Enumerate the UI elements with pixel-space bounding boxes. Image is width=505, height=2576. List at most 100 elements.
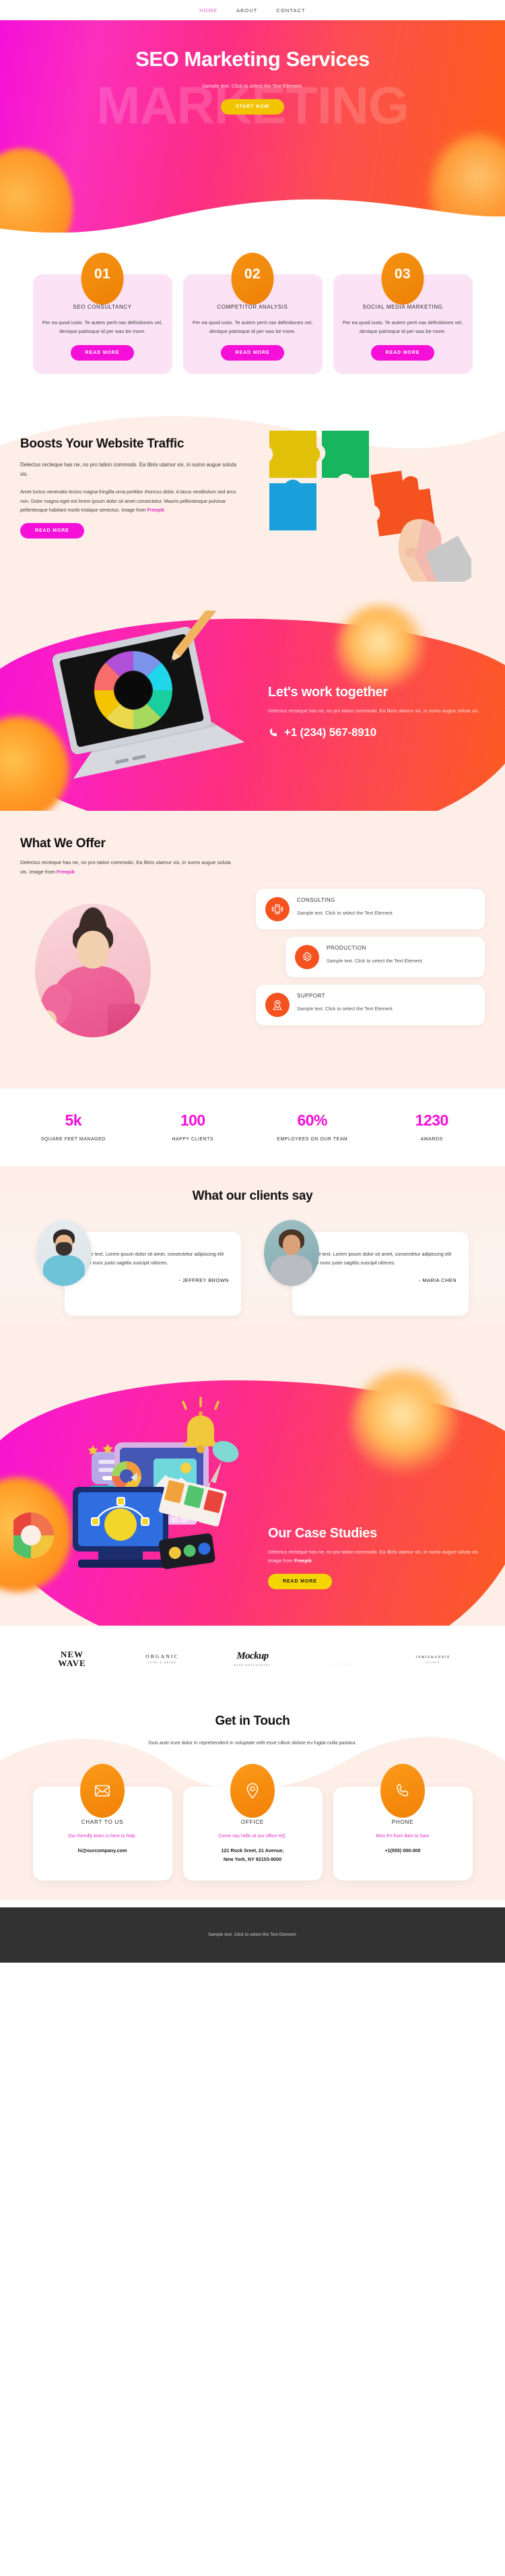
work-title: Let's work together bbox=[268, 685, 388, 700]
service-card[interactable]: 02 COMPETITOR ANALYSIS Per ea quod iusto… bbox=[182, 253, 323, 375]
contact-card-value[interactable]: hi@ourcompany.com bbox=[41, 1846, 164, 1856]
service-card-body: Per ea quod iusto. Te autem perti nax de… bbox=[42, 319, 163, 335]
offer-card-title: CONSULTING bbox=[297, 896, 335, 903]
freepik-link[interactable]: Freepik bbox=[294, 1558, 312, 1564]
freepik-link[interactable]: Freepik bbox=[147, 507, 165, 513]
footer-text: Sample text. Click to select the Text El… bbox=[208, 1932, 297, 1938]
cases-read-more-button[interactable]: READ MORE bbox=[268, 1574, 332, 1589]
service-card-title: COMPETITOR ANALYSIS bbox=[217, 304, 288, 310]
service-card-body: Per ea quod iusto. Te autem perti nax de… bbox=[342, 319, 463, 335]
case-studies-section: Our Case Studies Delectus recteque has n… bbox=[0, 1342, 505, 1626]
service-card-read-more-button[interactable]: READ MORE bbox=[220, 345, 285, 361]
client-logo-alisa: Alisa BOUTIQUE bbox=[306, 1643, 380, 1678]
logo-sub: FOOD & DRINK bbox=[147, 1661, 177, 1665]
service-card-title: SOCIAL MEDIA MARKETING bbox=[362, 304, 443, 310]
service-card-body: Per ea quod iusto. Te autem perti nax de… bbox=[192, 319, 313, 335]
service-card[interactable]: 03 SOCIAL MEDIA MARKETING Per ea quod iu… bbox=[333, 253, 473, 375]
contact-card-value: 121 Rock Sreet, 21 Avenue, New York, NY … bbox=[221, 1847, 284, 1863]
work-sun-right bbox=[335, 604, 426, 696]
stat-value: 100 bbox=[180, 1111, 205, 1129]
offer-card-body: Sample text. Click to select the Text El… bbox=[327, 957, 424, 964]
phone-icon bbox=[269, 729, 277, 737]
puzzle-illustration bbox=[242, 427, 485, 596]
get-in-touch-section: Get in Touch Duis aute irure dolor in re… bbox=[0, 1691, 505, 1907]
woman-with-phone-photo bbox=[35, 903, 151, 1037]
offer-card-production[interactable]: PRODUCTION Sample text. Click to select … bbox=[285, 936, 485, 977]
freepik-link[interactable]: Freepik bbox=[57, 869, 75, 875]
client-logo-organic: ORGANIC FOOD & DRINK bbox=[125, 1647, 199, 1683]
service-card-number-badge: 02 bbox=[231, 253, 274, 305]
boosts-read-more-button[interactable]: READ MORE bbox=[20, 523, 84, 539]
logo-sub: STUDIO bbox=[426, 1661, 440, 1664]
envelope-icon bbox=[80, 1763, 125, 1818]
offer-body: Delectus recteque has ne, no pro tation … bbox=[20, 859, 231, 875]
testimonial-author: - MARIA CHEN bbox=[418, 1277, 457, 1283]
testimonial-quote: Sample text. Lorem ipsum dolor sit amet,… bbox=[304, 1250, 452, 1266]
offer-card-consulting[interactable]: CONSULTING Sample text. Click to select … bbox=[256, 888, 485, 929]
testimonials-title: What our clients say bbox=[192, 1188, 313, 1203]
offer-card-support[interactable]: SUPPORT Sample text. Click to select the… bbox=[256, 984, 485, 1025]
contact-card-phone[interactable]: PHONE Mon-Fri from 8am to 5am +1(555) 00… bbox=[333, 1763, 473, 1880]
testimonial-author: - JEFFREY BROWN bbox=[178, 1277, 229, 1283]
avatar bbox=[36, 1219, 92, 1286]
stats-section: 5k SQUARE FEET MANAGED 100 HAPPY CLIENTS… bbox=[0, 1088, 505, 1166]
logo-line-1: Alisa bbox=[332, 1651, 354, 1661]
contact-card-note: Mon-Fri from 8am to 5am bbox=[376, 1833, 430, 1839]
testimonial-card: Sample text. Lorem ipsum dolor sit amet,… bbox=[36, 1219, 241, 1316]
service-card-number-badge: 03 bbox=[381, 253, 424, 305]
start-now-button[interactable]: START NOW bbox=[221, 99, 284, 115]
service-card[interactable]: 01 SEO CONSULTANCY Per ea quod iusto. Te… bbox=[32, 253, 172, 375]
cases-sun-right bbox=[350, 1369, 458, 1477]
logo-line-2: WAVE bbox=[58, 1658, 86, 1669]
landing-page: HOME ABOUT CONTACT MARKETING SEO Marketi… bbox=[0, 0, 505, 1963]
avatar bbox=[264, 1219, 319, 1286]
page-footer: Sample text. Click to select the Text El… bbox=[0, 1907, 505, 1963]
offer-photo-wrap bbox=[20, 889, 249, 1071]
stat-item: 60% EMPLOYEES ON OUR TEAM bbox=[252, 1111, 372, 1143]
offer-card-title: SUPPORT bbox=[297, 992, 326, 999]
stat-item: 100 HAPPY CLIENTS bbox=[133, 1111, 253, 1143]
logo-line-1: Mockup bbox=[236, 1651, 269, 1662]
cases-body: Delectus recteque has ne, no pro tation … bbox=[268, 1548, 479, 1564]
client-logo-new-wave: NEW WAVE bbox=[35, 1647, 109, 1670]
stat-label: HAPPY CLIENTS bbox=[172, 1136, 214, 1142]
nav-item-contact[interactable]: CONTACT bbox=[276, 7, 305, 13]
what-we-offer-section: What We Offer Delectus recteque has ne, … bbox=[0, 811, 505, 1088]
logo-sub: BAKE RESTAURANT bbox=[234, 1664, 271, 1667]
client-logos-section: NEW WAVE ORGANIC FOOD & DRINK Mockup BAK… bbox=[0, 1625, 505, 1692]
stat-value: 1230 bbox=[415, 1111, 449, 1129]
stat-value: 5k bbox=[65, 1111, 82, 1129]
touch-lead: Duis aute irure dolor in reprehenderit i… bbox=[148, 1740, 357, 1746]
contact-card-value[interactable]: +1(555) 000-000 bbox=[341, 1846, 465, 1856]
contact-card-title: OFFICE bbox=[240, 1818, 265, 1825]
stat-item: 5k SQUARE FEET MANAGED bbox=[13, 1111, 133, 1143]
main-navigation: HOME ABOUT CONTACT bbox=[0, 0, 505, 20]
offer-card-body: Sample text. Click to select the Text El… bbox=[297, 909, 394, 916]
gear-icon bbox=[295, 944, 319, 969]
stat-label: SQUARE FEET MANAGED bbox=[40, 1136, 106, 1142]
work-together-section: Let's work together Delectus recteque ha… bbox=[0, 599, 505, 811]
work-phone-row[interactable]: +1 (234) 567-8910 bbox=[268, 726, 490, 739]
stat-item: 1230 AWARDS bbox=[372, 1111, 492, 1143]
offer-card-title: PRODUCTION bbox=[327, 944, 366, 951]
service-cards-section: 01 SEO CONSULTANCY Per ea quod iusto. Te… bbox=[0, 233, 505, 403]
nav-item-home[interactable]: HOME bbox=[199, 7, 217, 13]
boosts-section: Boosts Your Website Traffic Delectus rec… bbox=[0, 402, 505, 599]
contact-card-office[interactable]: OFFICE Come say hello at our office HQ. … bbox=[182, 1763, 323, 1880]
touch-title: Get in Touch bbox=[215, 1714, 290, 1729]
contact-card-chat[interactable]: CHART TO US Our friendly team is here to… bbox=[32, 1763, 172, 1880]
nav-item-about[interactable]: ABOUT bbox=[236, 7, 257, 13]
service-card-read-more-button[interactable]: READ MORE bbox=[70, 345, 135, 361]
contact-card-note: Come say hello at our office HQ. bbox=[218, 1833, 287, 1839]
work-phone-number: +1 (234) 567-8910 bbox=[284, 726, 376, 739]
service-card-read-more-button[interactable]: READ MORE bbox=[370, 345, 435, 361]
testimonial-card: Sample text. Lorem ipsum dolor sit amet,… bbox=[264, 1219, 469, 1316]
stat-label: AWARDS bbox=[420, 1136, 443, 1142]
logo-line-1: JAMIE&ANNIE bbox=[415, 1655, 450, 1659]
client-logo-mockup: Mockup BAKE RESTAURANT bbox=[215, 1651, 290, 1667]
laptop-color-wheel-illustration bbox=[23, 599, 245, 789]
hero-title: SEO Marketing Services bbox=[135, 47, 370, 71]
hero-subtitle: Sample text. Click to select the Text El… bbox=[202, 83, 303, 90]
client-logo-jamie-annie: JAMIE&ANNIE STUDIO bbox=[396, 1645, 470, 1673]
map-pin-icon bbox=[265, 992, 290, 1017]
